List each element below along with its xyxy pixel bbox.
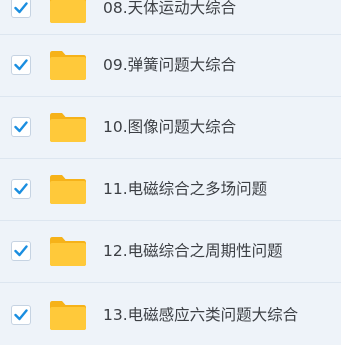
- file-list: 08.天体运动大综合 09.弹簧问题大综合 10.图像问题大综合 11.电磁综合…: [0, 0, 341, 330]
- folder-icon: [50, 0, 86, 23]
- list-item[interactable]: 10.图像问题大综合: [0, 97, 341, 159]
- list-item[interactable]: 09.弹簧问题大综合: [0, 35, 341, 97]
- check-icon: [14, 183, 28, 195]
- checkbox[interactable]: [11, 117, 31, 137]
- folder-name[interactable]: 12.电磁综合之周期性问题: [103, 241, 283, 261]
- checkbox[interactable]: [11, 0, 31, 18]
- list-item[interactable]: 12.电磁综合之周期性问题: [0, 221, 341, 283]
- check-icon: [14, 2, 28, 14]
- folder-name[interactable]: 13.电磁感应六类问题大综合: [103, 305, 298, 325]
- check-icon: [14, 309, 28, 321]
- folder-icon: [50, 237, 86, 266]
- check-icon: [14, 121, 28, 133]
- list-item[interactable]: 11.电磁综合之多场问题: [0, 159, 341, 221]
- folder-name[interactable]: 08.天体运动大综合: [103, 0, 236, 18]
- checkbox[interactable]: [11, 305, 31, 325]
- list-item[interactable]: 08.天体运动大综合: [0, 0, 341, 35]
- list-item[interactable]: 13.电磁感应六类问题大综合: [0, 283, 341, 345]
- checkbox[interactable]: [11, 55, 31, 75]
- folder-icon: [50, 301, 86, 330]
- check-icon: [14, 59, 28, 71]
- check-icon: [14, 245, 28, 257]
- folder-name[interactable]: 11.电磁综合之多场问题: [103, 179, 267, 199]
- folder-icon: [50, 113, 86, 142]
- folder-icon: [50, 51, 86, 80]
- folder-name[interactable]: 10.图像问题大综合: [103, 117, 236, 137]
- checkbox[interactable]: [11, 179, 31, 199]
- folder-name[interactable]: 09.弹簧问题大综合: [103, 55, 236, 75]
- folder-icon: [50, 175, 86, 204]
- checkbox[interactable]: [11, 241, 31, 261]
